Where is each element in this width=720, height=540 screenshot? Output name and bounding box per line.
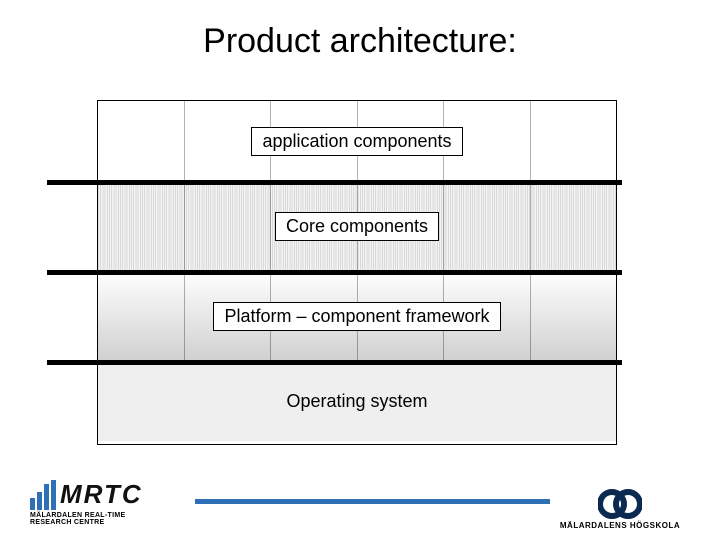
layer-os-label: Operating system bbox=[276, 388, 437, 415]
footer-accent-line bbox=[195, 499, 550, 504]
separator-line bbox=[47, 270, 622, 275]
mrtc-logo-block: MRTC MÄLARDALEN REAL-TIME RESEARCH CENTR… bbox=[30, 479, 180, 526]
layer-core-label: Core components bbox=[275, 212, 439, 241]
school-name: MÄLARDALENS HÖGSKOLA bbox=[550, 521, 690, 530]
layer-core: Core components bbox=[98, 181, 616, 271]
school-logo-block: MÄLARDALENS HÖGSKOLA bbox=[550, 489, 690, 530]
separator-line bbox=[47, 180, 622, 185]
footer: MRTC MÄLARDALEN REAL-TIME RESEARCH CENTR… bbox=[0, 470, 720, 540]
layer-platform: Platform – component framework bbox=[98, 271, 616, 361]
layer-application-label: application components bbox=[251, 127, 462, 156]
layer-platform-label: Platform – component framework bbox=[213, 302, 500, 331]
school-logo-icon bbox=[598, 489, 642, 519]
mrtc-acronym: MRTC bbox=[60, 479, 143, 510]
separator-line bbox=[47, 360, 622, 365]
mrtc-bars-icon bbox=[30, 480, 56, 510]
slide-title: Product architecture: bbox=[0, 0, 720, 61]
layer-application: application components bbox=[98, 101, 616, 181]
mrtc-full-name: MÄLARDALEN REAL-TIME RESEARCH CENTRE bbox=[30, 512, 180, 526]
layer-os: Operating system bbox=[98, 361, 616, 441]
